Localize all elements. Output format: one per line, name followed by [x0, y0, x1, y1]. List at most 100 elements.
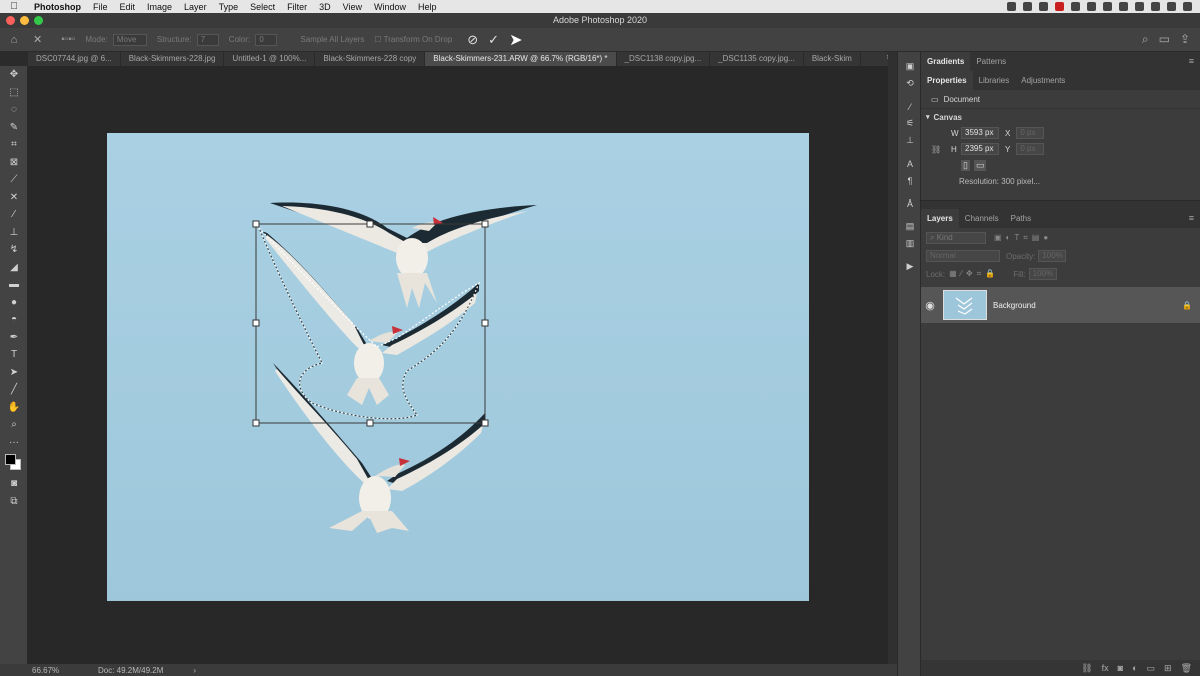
new-group-icon[interactable]: ▭ — [1147, 663, 1156, 674]
new-layer-icon[interactable]: ⊞ — [1164, 663, 1172, 674]
x-field[interactable]: 0 px — [1016, 127, 1045, 139]
tab-channels[interactable]: Channels — [959, 209, 1005, 228]
structure-control[interactable]: Structure: 7 — [152, 33, 224, 46]
lock-icons[interactable]: ▦⁄✥⌗🔒 — [949, 269, 999, 279]
workspace-icon[interactable]: ▭ — [1159, 32, 1170, 47]
user-icon[interactable] — [1167, 2, 1176, 11]
canvas-workspace[interactable] — [28, 66, 888, 664]
link-icon[interactable]: ⛓ — [931, 145, 951, 154]
tab-paths[interactable]: Paths — [1005, 209, 1037, 228]
menu-photoshop[interactable]: Photoshop — [28, 2, 87, 12]
layer-name[interactable]: Background — [993, 301, 1036, 310]
add-mask-icon[interactable]: ◙ — [1118, 663, 1123, 673]
libraries-panel-icon[interactable]: ▤ — [898, 218, 922, 235]
hand-tool-icon[interactable]: ✋ — [0, 399, 28, 417]
dropbox-icon[interactable] — [1023, 2, 1032, 11]
actions-play-icon[interactable]: ▶ — [898, 258, 922, 275]
transform-bounding-box[interactable] — [252, 220, 489, 427]
frame-tool-icon[interactable]: ⊠ — [0, 154, 28, 172]
quick-mask-icon[interactable]: ◙ — [0, 475, 28, 493]
tab-patterns[interactable]: Patterns — [970, 52, 1012, 71]
selection-mode-icons[interactable]: ▪▫▪▫ — [47, 34, 80, 45]
tab-libraries[interactable]: Libraries — [973, 71, 1016, 90]
menu-view[interactable]: View — [337, 2, 368, 12]
eye-icon[interactable]: ◉ — [921, 299, 939, 312]
location-icon[interactable] — [1007, 2, 1016, 11]
layer-filter-icons[interactable]: ▣◐T⌗▤● — [994, 233, 1052, 243]
delete-layer-icon[interactable]: 🗑 — [1181, 663, 1192, 674]
minimize-window-icon[interactable] — [20, 16, 29, 25]
color-swatches[interactable] — [0, 451, 28, 475]
y-field[interactable]: 0 px — [1016, 143, 1045, 155]
menu-3d[interactable]: 3D — [313, 2, 337, 12]
display-icon[interactable] — [1103, 2, 1112, 11]
mode-select[interactable]: Move — [112, 33, 147, 46]
menu-layer[interactable]: Layer — [178, 2, 213, 12]
screen-mode-icon[interactable]: ⧉ — [0, 493, 28, 511]
commit-transform-icon[interactable]: ✓ — [483, 32, 504, 48]
link-layers-icon[interactable]: ⛓ — [1081, 663, 1092, 674]
menu-type[interactable]: Type — [213, 2, 245, 12]
brush-settings-icon[interactable]: ⁄ — [898, 98, 922, 115]
character-panel-icon[interactable]: A — [898, 155, 922, 172]
type-tool-icon[interactable]: T — [0, 346, 28, 364]
doc-tab[interactable]: Black-Skimmers-228.jpg — [121, 52, 225, 66]
marquee-tool-icon[interactable]: ⬚ — [0, 84, 28, 102]
evernote-icon[interactable] — [1071, 2, 1080, 11]
doc-tab-active[interactable]: Black-Skimmers-231.ARW @ 66.7% (RGB/16*)… — [425, 52, 617, 66]
zoom-window-icon[interactable] — [34, 16, 43, 25]
gradient-tool-icon[interactable]: ▬ — [0, 276, 28, 294]
recording-icon[interactable] — [1055, 2, 1064, 11]
width-field[interactable]: 3593 px — [961, 127, 999, 139]
transform-on-drop-checkbox[interactable]: ☐ Transform On Drop — [369, 35, 457, 44]
zoom-level[interactable]: 66.67% — [0, 666, 84, 675]
doc-tab[interactable]: Black-Skim — [804, 52, 861, 66]
document-canvas[interactable] — [107, 133, 809, 601]
pen-tool-icon[interactable]: ✒ — [0, 329, 28, 347]
home-icon[interactable]: ⌂ — [0, 34, 28, 46]
app-icon[interactable] — [1087, 2, 1096, 11]
color-field[interactable]: 0 — [255, 33, 278, 46]
notes-panel-icon[interactable]: ▥ — [898, 235, 922, 252]
quick-selection-tool-icon[interactable]: ✎ — [0, 119, 28, 137]
more-tools-icon[interactable]: ··· — [0, 434, 28, 452]
menu-image[interactable]: Image — [141, 2, 178, 12]
content-aware-move-tool-icon[interactable]: ✕ — [28, 33, 47, 46]
menu-select[interactable]: Select — [244, 2, 281, 12]
sample-all-layers-checkbox[interactable]: Sample All Layers — [282, 35, 369, 44]
doc-tab[interactable]: _DSC1138 copy.jpg... — [617, 52, 711, 66]
color-control[interactable]: Color: 0 — [224, 33, 283, 46]
crop-tool-icon[interactable]: ⌗ — [0, 136, 28, 154]
layer-style-icon[interactable]: fx — [1102, 663, 1109, 673]
canvas-scrollbar[interactable] — [888, 52, 897, 664]
wifi-icon[interactable] — [1135, 2, 1144, 11]
fill-field[interactable]: 100% — [1028, 268, 1057, 280]
layer-kind-filter[interactable]: ⌕ Kind — [926, 231, 986, 244]
creative-cloud-icon[interactable] — [1039, 2, 1048, 11]
portrait-icon[interactable]: ▯ — [961, 159, 970, 171]
menu-help[interactable]: Help — [412, 2, 443, 12]
history-brush-tool-icon[interactable]: ↯ — [0, 241, 28, 259]
glyphs-panel-icon[interactable]: Å — [898, 195, 922, 212]
stamp-tool-icon[interactable]: ⊥ — [0, 224, 28, 242]
properties-panel-icon[interactable]: ▣ — [898, 58, 922, 75]
apple-menu-icon[interactable]:  — [0, 1, 28, 12]
blur-tool-icon[interactable]: ● — [0, 294, 28, 312]
eyedropper-tool-icon[interactable]: ⟋ — [0, 171, 28, 189]
menu-window[interactable]: Window — [368, 2, 412, 12]
clone-source-icon[interactable]: ⊥ — [898, 132, 922, 149]
notification-center-icon[interactable] — [1183, 2, 1192, 11]
new-adjustment-layer-icon[interactable]: ◐ — [1132, 663, 1137, 673]
height-field[interactable]: 2395 px — [961, 143, 999, 155]
mode-control[interactable]: Mode: Move — [80, 33, 151, 46]
cancel-transform-icon[interactable]: ⊘ — [457, 32, 483, 48]
canvas-section-header[interactable]: ▾ Canvas — [921, 109, 1200, 125]
landscape-icon[interactable]: ▭ — [973, 159, 987, 171]
panel-menu-icon[interactable]: ≡ — [1189, 56, 1194, 66]
structure-field[interactable]: 7 — [196, 33, 219, 46]
close-window-icon[interactable] — [6, 16, 15, 25]
foreground-color-swatch[interactable] — [5, 454, 16, 465]
blend-mode-select[interactable]: Normal — [926, 250, 1000, 262]
adjustments-icon[interactable]: ⚟ — [898, 115, 922, 132]
menu-filter[interactable]: Filter — [281, 2, 313, 12]
